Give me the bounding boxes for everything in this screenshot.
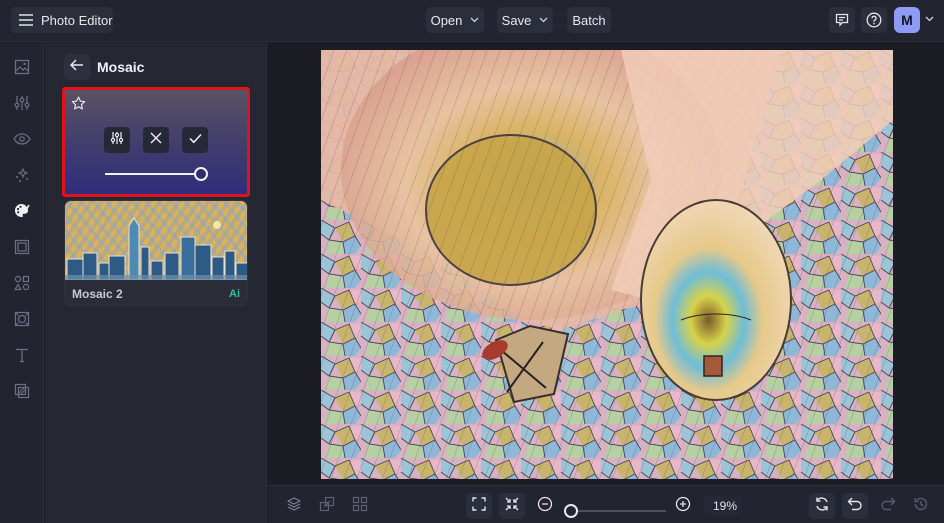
rail-item-graphics[interactable] [10,273,34,297]
overlay-icon [14,383,30,404]
checkmark-icon [188,131,202,149]
text-icon [14,347,30,368]
zoom-out-button[interactable] [532,493,558,519]
reset-button[interactable] [809,493,835,519]
chevron-down-icon[interactable] [925,14,934,24]
sliders-icon [14,95,30,116]
layers-button[interactable] [281,493,307,519]
shapes-icon [14,275,30,296]
plus-circle-icon [675,496,691,517]
intensity-slider-track[interactable] [105,173,201,175]
app-menu-button[interactable]: Photo Editor [11,7,113,33]
layers-icon [286,496,302,517]
favorite-star-icon[interactable] [71,96,86,116]
effect-panel: Mosaic Mosaic 2 Ai [45,43,267,523]
redo-button[interactable] [875,493,901,519]
batch-button[interactable]: Batch [567,7,611,33]
app-title: Photo Editor [41,12,113,28]
comment-icon [835,13,849,27]
hamburger-menu-icon [19,14,33,26]
rail-item-text[interactable] [10,345,34,369]
effect-settings-button[interactable] [104,127,130,153]
minus-circle-icon [537,496,553,517]
undo-icon [847,497,863,516]
ai-badge: Ai [229,288,240,300]
arrow-left-icon [69,58,84,76]
palette-icon [13,202,31,225]
texture-icon [14,311,30,332]
help-button[interactable] [861,7,887,33]
sparkles-icon [14,167,30,188]
rail-item-touch-up[interactable] [10,129,34,153]
preset-card-mosaic-2[interactable]: Mosaic 2 Ai [64,200,248,306]
grid-button[interactable] [347,493,373,519]
feedback-button[interactable] [829,7,855,33]
preset-label: Mosaic 2 [72,287,123,301]
image-icon [14,59,30,80]
actual-size-button[interactable] [499,493,525,519]
rail-item-frames[interactable] [10,237,34,261]
top-bar: Photo Editor Open Save Batch M [0,0,944,42]
zoom-value-field[interactable]: 19% [704,496,742,516]
grid-icon [352,496,368,517]
undo-button[interactable] [842,493,868,519]
expand-icon [472,496,486,516]
rail-item-effects[interactable] [10,165,34,189]
edited-photo[interactable] [321,50,893,479]
save-label: Save [501,12,532,28]
resize-button[interactable] [314,493,340,519]
tool-rail [0,43,44,523]
rail-item-image[interactable] [10,57,34,81]
bottom-toolbar: 19% [268,485,944,523]
user-avatar[interactable]: M [894,7,920,33]
apply-effect-button[interactable] [182,127,208,153]
active-effect-card [62,87,250,197]
resize-icon [319,496,335,517]
rail-item-overlays[interactable] [10,381,34,405]
canvas-area [268,43,944,485]
redo-icon [880,497,896,516]
open-button[interactable]: Open [426,7,484,33]
frame-icon [14,239,30,260]
sliders-icon [110,131,124,150]
save-button[interactable]: Save [497,7,553,33]
intensity-slider-thumb[interactable] [194,167,208,181]
eye-icon [13,132,31,150]
zoom-slider-track[interactable] [568,510,666,512]
chevron-down-icon [539,17,548,23]
refresh-icon [814,496,830,517]
zoom-slider-thumb[interactable] [564,504,578,518]
fit-to-screen-button[interactable] [466,493,492,519]
rail-item-artsy[interactable] [10,201,34,225]
rail-item-adjust[interactable] [10,93,34,117]
batch-label: Batch [572,12,606,28]
history-button[interactable] [908,493,934,519]
history-icon [913,496,929,517]
cancel-effect-button[interactable] [143,127,169,153]
rail-item-textures[interactable] [10,309,34,333]
back-button[interactable] [64,54,90,80]
preset-thumbnail [65,201,247,280]
close-icon [150,131,162,149]
help-circle-icon [866,12,882,28]
open-label: Open [430,12,463,28]
panel-title: Mosaic [97,59,145,75]
zoom-in-button[interactable] [670,493,696,519]
collapse-icon [505,497,519,516]
chevron-down-icon [470,17,479,23]
